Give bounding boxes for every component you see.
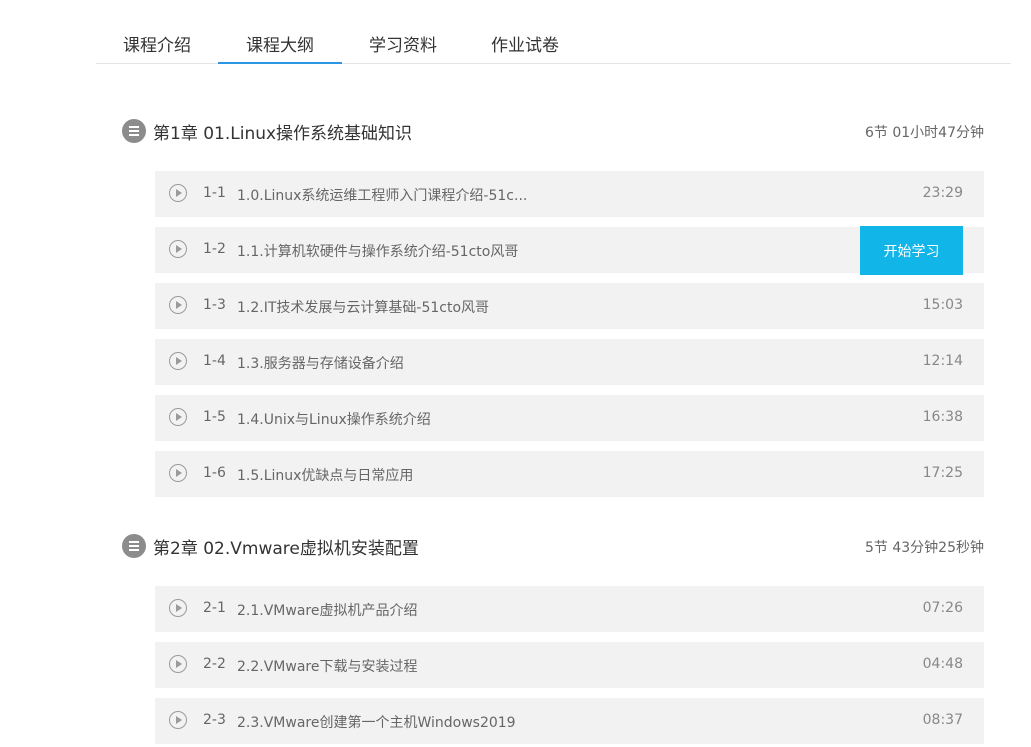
lesson-number: 1-6 [203,465,226,481]
lesson-duration: 04:48 [922,656,963,672]
lesson-number: 2-2 [203,656,226,672]
lesson-row[interactable]: 2-2 2.2.VMware下载与安装过程 04:48 [155,642,984,688]
lesson-duration: 12:14 [922,353,963,369]
chapter-header: 第1章 01.Linux操作系统基础知识 6节 01小时47分钟 [122,117,984,145]
play-icon [169,655,187,673]
play-icon [169,352,187,370]
chapter-meta: 6节 01小时47分钟 [865,125,984,141]
lesson-row[interactable]: 1-2 1.1.计算机软硬件与操作系统介绍-51cto风哥 开始学习 [155,226,984,275]
lesson-duration: 23:29 [922,185,963,201]
chapter-title: 第1章 01.Linux操作系统基础知识 [153,124,413,144]
list-icon [122,119,146,143]
lesson-title: 1.4.Unix与Linux操作系统介绍 [237,412,431,428]
lesson-number: 1-4 [203,353,226,369]
tab-course-outline[interactable]: 课程大纲 [218,31,342,64]
lesson-duration: 17:25 [922,465,963,481]
lesson-row[interactable]: 2-3 2.3.VMware创建第一个主机Windows2019 08:37 [155,698,984,744]
lesson-title: 1.1.计算机软硬件与操作系统介绍-51cto风哥 [237,244,519,260]
play-icon [169,184,187,202]
play-icon [169,599,187,617]
tab-homework-exams[interactable]: 作业试卷 [464,31,586,63]
lesson-title: 1.2.IT技术发展与云计算基础-51cto风哥 [237,300,490,316]
lesson-number: 1-1 [203,185,226,201]
lesson-row[interactable]: 2-1 2.1.VMware虚拟机产品介绍 07:26 [155,586,984,632]
course-tab-bar: 课程介绍 课程大纲 学习资料 作业试卷 [96,0,1011,64]
lesson-row[interactable]: 1-3 1.2.IT技术发展与云计算基础-51cto风哥 15:03 [155,283,984,329]
lesson-duration: 16:38 [922,409,963,425]
chapter-header: 第2章 02.Vmware虚拟机安装配置 5节 43分钟25秒钟 [122,532,984,560]
lesson-duration: 08:37 [922,712,963,728]
lesson-title: 2.1.VMware虚拟机产品介绍 [237,603,418,619]
play-icon [169,296,187,314]
lesson-number: 1-2 [203,241,226,257]
lesson-title: 1.5.Linux优缺点与日常应用 [237,468,414,484]
lesson-title: 2.3.VMware创建第一个主机Windows2019 [237,715,516,731]
lesson-row[interactable]: 1-4 1.3.服务器与存储设备介绍 12:14 [155,339,984,385]
play-icon [169,464,187,482]
lesson-number: 2-3 [203,712,226,728]
lesson-number: 2-1 [203,600,226,616]
lesson-row[interactable]: 1-6 1.5.Linux优缺点与日常应用 17:25 [155,451,984,497]
lesson-number: 1-5 [203,409,226,425]
lesson-number: 1-3 [203,297,226,313]
start-learning-button[interactable]: 开始学习 [860,226,963,275]
list-icon [122,534,146,558]
lesson-title: 1.0.Linux系统运维工程师入门课程介绍-51c... [237,188,528,204]
play-icon [169,711,187,729]
play-icon [169,240,187,258]
chapter-title: 第2章 02.Vmware虚拟机安装配置 [153,539,419,559]
chapter-meta: 5节 43分钟25秒钟 [865,540,984,556]
lesson-duration: 15:03 [922,297,963,313]
lesson-title: 1.3.服务器与存储设备介绍 [237,356,404,372]
lesson-row[interactable]: 1-5 1.4.Unix与Linux操作系统介绍 16:38 [155,395,984,441]
lesson-title: 2.2.VMware下载与安装过程 [237,659,418,675]
tab-study-materials[interactable]: 学习资料 [342,31,464,63]
lesson-row[interactable]: 1-1 1.0.Linux系统运维工程师入门课程介绍-51c... 23:29 [155,171,984,217]
lesson-duration: 07:26 [922,600,963,616]
tab-course-intro[interactable]: 课程介绍 [96,31,218,63]
play-icon [169,408,187,426]
